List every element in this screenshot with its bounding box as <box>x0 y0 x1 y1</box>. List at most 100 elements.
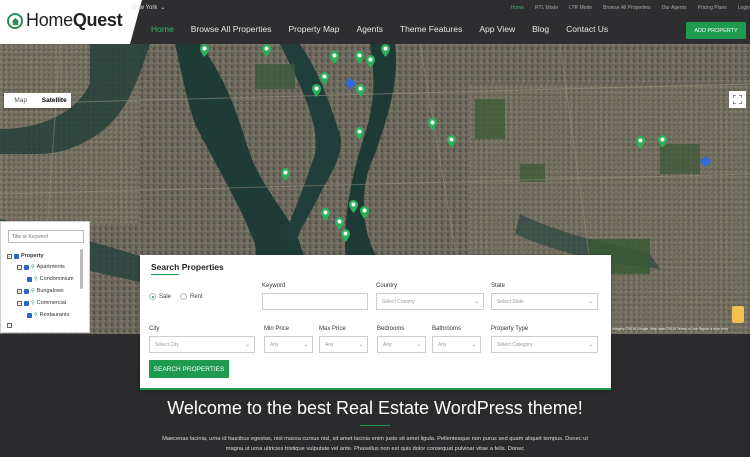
bathrooms-select[interactable]: Any ⌄ <box>432 336 481 353</box>
top-link-pricing[interactable]: Pricing Plans <box>698 5 727 11</box>
nav-agents[interactable]: Agents <box>357 24 383 34</box>
tree-item-condominium[interactable]: ⚲ Condominium <box>27 276 74 282</box>
state-select-value: Select State <box>497 298 524 305</box>
top-link-browse[interactable]: Browse All Properties <box>603 5 651 11</box>
top-link-login[interactable]: Login <box>738 5 750 11</box>
add-property-button[interactable]: ADD PROPERTY <box>686 22 746 39</box>
radio-button[interactable] <box>149 293 156 300</box>
nav-home[interactable]: Home <box>151 24 174 34</box>
min-price-select[interactable]: Any ⌄ <box>264 336 313 353</box>
checkbox[interactable] <box>24 288 29 294</box>
fullscreen-button[interactable] <box>729 91 746 108</box>
checkbox[interactable] <box>24 264 29 270</box>
map-type-satellite[interactable]: Satellite <box>38 93 72 108</box>
tree-search-input[interactable] <box>8 230 84 243</box>
property-marker-icon[interactable] <box>428 118 437 131</box>
property-marker-icon[interactable] <box>355 127 364 140</box>
welcome-divider <box>360 425 390 426</box>
tree-item-commercial[interactable]: − ⚲ Commercial <box>17 300 66 306</box>
map-type-map[interactable]: Map <box>4 93 38 108</box>
nav-theme-features[interactable]: Theme Features <box>400 24 462 34</box>
checkbox[interactable] <box>27 312 32 318</box>
title-underline <box>151 274 179 275</box>
nav-blog[interactable]: Blog <box>532 24 549 34</box>
nav-property-map[interactable]: Property Map <box>288 24 339 34</box>
radio-sale[interactable]: Sale <box>149 293 171 300</box>
chevron-down-icon: ⌄ <box>160 5 166 11</box>
property-marker-icon[interactable] <box>447 135 456 148</box>
keyword-input[interactable] <box>262 293 368 310</box>
top-links: Home RTL Mode LTR Mode Browse All Proper… <box>511 5 750 11</box>
map-pin-icon: ⚲ <box>34 276 38 282</box>
city-select-field[interactable]: Select City ⌄ <box>149 336 255 353</box>
top-link-home[interactable]: Home <box>511 5 524 11</box>
property-type-value: Select Category <box>497 341 533 348</box>
nav-app-view[interactable]: App View <box>479 24 515 34</box>
tree-item-property[interactable]: − Property <box>7 253 44 259</box>
search-properties-panel: Search Properties Sale Rent Keyword Coun… <box>140 255 611 390</box>
checkbox[interactable] <box>24 300 29 306</box>
tree-item-bungalows[interactable]: + ⚲ Bungalows <box>17 288 64 294</box>
logo[interactable]: HomeQuest <box>0 0 130 44</box>
checkbox[interactable] <box>14 253 19 259</box>
property-marker-icon[interactable] <box>381 44 390 57</box>
country-select[interactable]: Select Country ⌄ <box>376 293 484 310</box>
property-type-select[interactable]: Select Category ⌄ <box>491 336 598 353</box>
bedrooms-value: Any <box>383 341 392 348</box>
bedrooms-select[interactable]: Any ⌄ <box>377 336 426 353</box>
tree-item-label: Commercial <box>36 300 67 306</box>
property-marker-icon[interactable] <box>330 51 339 64</box>
nav-contact[interactable]: Contact Us <box>566 24 608 34</box>
street-view-pegman-icon[interactable] <box>732 306 744 323</box>
property-marker-icon[interactable] <box>636 136 645 149</box>
property-marker-icon[interactable] <box>355 51 364 64</box>
property-marker-icon[interactable] <box>366 55 375 68</box>
country-label: Country <box>376 283 398 289</box>
property-marker-icon[interactable] <box>349 200 358 213</box>
map-pin-icon: ⚲ <box>34 312 38 318</box>
property-marker-icon[interactable] <box>341 229 350 242</box>
max-price-select[interactable]: Any ⌄ <box>319 336 368 353</box>
property-marker-icon[interactable] <box>320 72 329 85</box>
property-marker-icon[interactable] <box>262 44 271 57</box>
collapse-icon: − <box>17 264 22 270</box>
tree-item-collapsed[interactable]: − <box>7 323 12 328</box>
nav-browse[interactable]: Browse All Properties <box>191 24 272 34</box>
fullscreen-icon <box>733 95 742 104</box>
keyword-label: Keyword <box>262 283 286 289</box>
tree-scrollbar[interactable] <box>80 249 83 289</box>
max-price-label: Max Price <box>319 326 346 332</box>
city-select[interactable]: New York ⌄ <box>132 4 166 12</box>
welcome-heading: Welcome to the best Real Estate WordPres… <box>167 398 583 418</box>
top-link-ltr[interactable]: LTR Mode <box>569 5 592 11</box>
search-properties-button[interactable]: SEARCH PROPERTIES <box>149 360 229 378</box>
property-cluster-icon[interactable] <box>699 154 712 168</box>
property-marker-icon[interactable] <box>658 135 667 148</box>
map-pin-icon: ⚲ <box>31 288 35 294</box>
radio-button[interactable] <box>180 293 187 300</box>
property-marker-icon[interactable] <box>356 84 365 97</box>
property-cluster-icon[interactable] <box>344 76 357 90</box>
header: HomeQuest New York ⌄ Home RTL Mode LTR M… <box>0 0 750 44</box>
property-marker-icon[interactable] <box>360 206 369 219</box>
chevron-down-icon: ⌄ <box>303 342 308 348</box>
chevron-down-icon: ⌄ <box>245 342 250 348</box>
top-link-agents[interactable]: Our Agents <box>662 5 687 11</box>
chevron-down-icon: ⌄ <box>358 342 363 348</box>
top-link-rtl[interactable]: RTL Mode <box>535 5 558 11</box>
tree-item-label: Apartments <box>36 264 65 270</box>
city-select-label: New York <box>132 4 158 11</box>
tree-item-restaurants[interactable]: ⚲ Restaurants <box>27 312 69 318</box>
property-marker-icon[interactable] <box>312 84 321 97</box>
radio-rent[interactable]: Rent <box>180 293 203 300</box>
collapse-icon: − <box>7 253 12 259</box>
tree-item-apartments[interactable]: − ⚲ Apartments <box>17 264 65 270</box>
checkbox[interactable] <box>27 276 32 282</box>
state-select[interactable]: Select State ⌄ <box>491 293 598 310</box>
property-marker-icon[interactable] <box>321 208 330 221</box>
property-marker-icon[interactable] <box>281 168 290 181</box>
property-marker-icon[interactable] <box>200 44 209 57</box>
main-nav: Home Browse All Properties Property Map … <box>151 24 608 34</box>
search-panel-title: Search Properties <box>151 262 224 272</box>
radio-sale-label: Sale <box>159 293 172 300</box>
